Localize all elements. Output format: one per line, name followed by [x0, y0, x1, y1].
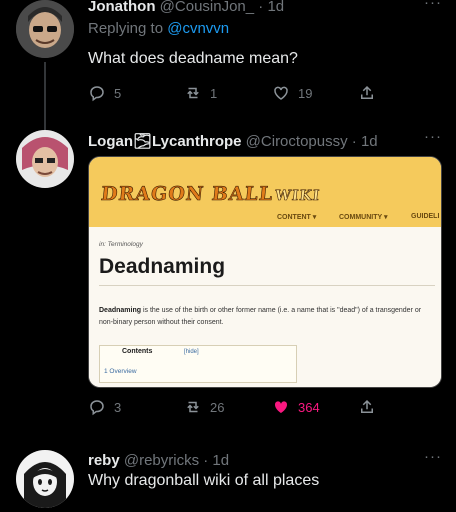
reply-count: 5 [114, 85, 122, 101]
wiki-divider [99, 285, 435, 286]
thread-line [44, 62, 46, 132]
avatar-image [16, 0, 74, 58]
retweet-icon [187, 401, 199, 413]
author-handle[interactable]: @Ciroctopussy [246, 133, 348, 150]
tweet-time[interactable]: · 1d [352, 133, 378, 150]
share-icon [361, 399, 373, 413]
wiki-body: in: Terminology Deadnaming Deadnaming is… [89, 227, 441, 387]
heart-icon [274, 86, 288, 100]
more-options-icon[interactable]: ··· [424, 0, 442, 11]
wiki-toc-title: Contents [122, 348, 153, 355]
tweet-actions: 3 26 364 [88, 398, 388, 418]
avatar-image [16, 130, 74, 188]
tweet-jonathon[interactable]: Jonathon @CousinJon_ · 1d ··· Replying t… [0, 0, 456, 132]
tweet-text: What does deadname mean? [88, 50, 298, 67]
share-icon [361, 85, 373, 99]
like-count: 19 [298, 85, 313, 101]
reply-button[interactable]: 3 [88, 398, 121, 416]
wiki-toc-item: 1 Overview [104, 368, 137, 375]
author-name[interactable]: reby [88, 452, 120, 469]
wiki-nav-content: CONTENT ▾ [277, 214, 317, 221]
retweet-icon [187, 87, 199, 99]
retweet-button[interactable]: 1 [184, 84, 217, 102]
like-button[interactable]: 364 [272, 398, 320, 416]
wiki-logo-tag: WIKI [274, 188, 321, 205]
avatar-reby[interactable] [16, 450, 74, 508]
author-name[interactable]: Logan🌫Lycanthrope [88, 133, 242, 150]
retweet-count: 1 [210, 85, 218, 101]
wiki-definition: Deadnaming is the use of the birth or ot… [99, 305, 437, 329]
wiki-logo: DRAGON BALLWIKI [99, 183, 322, 206]
wiki-header-bar: DRAGON BALLWIKI CONTENT ▾ COMMUNITY ▾ GU… [89, 157, 441, 227]
replying-to-label: Replying to [88, 20, 168, 37]
more-options-icon[interactable]: ··· [424, 448, 442, 465]
like-button[interactable]: 19 [272, 84, 312, 102]
embedded-wiki-image[interactable]: DRAGON BALLWIKI CONTENT ▾ COMMUNITY ▾ GU… [88, 156, 442, 388]
wiki-term: Deadnaming [99, 307, 142, 314]
reply-icon [90, 400, 104, 416]
wiki-logo-text: DRAGON BALL [99, 183, 275, 206]
author-handle[interactable]: @CousinJon_ [160, 0, 254, 15]
avatar-image [16, 450, 74, 508]
avatar-jonathon[interactable] [16, 0, 74, 58]
wiki-heading: Deadnaming [99, 255, 226, 278]
author-name[interactable]: Jonathon [88, 0, 156, 15]
replying-to: Replying to @cvnvvn [88, 20, 229, 37]
share-button[interactable] [358, 84, 384, 102]
wiki-toc: Contents [hide] 1 Overview [99, 345, 297, 383]
reply-count: 3 [114, 399, 122, 415]
reply-button[interactable]: 5 [88, 84, 121, 102]
reply-icon [90, 86, 104, 102]
author-handle[interactable]: @rebyricks [124, 452, 199, 469]
wiki-nav-guidelines: GUIDELI [411, 213, 440, 220]
like-count: 364 [298, 399, 320, 415]
wiki-nav-community: COMMUNITY ▾ [339, 214, 388, 221]
tweet-text: Why dragonball wiki of all places [88, 472, 320, 489]
reply-mention-link[interactable]: @cvnvvn [167, 20, 229, 37]
wiki-category: in: Terminology [99, 241, 143, 248]
tweet-time[interactable]: · 1d [203, 452, 229, 469]
avatar-logan[interactable] [16, 130, 74, 188]
share-button[interactable] [358, 398, 384, 416]
more-options-icon[interactable]: ··· [424, 128, 442, 145]
wiki-toc-hide: [hide] [184, 349, 199, 355]
tweet-reby[interactable]: reby @rebyricks · 1d ··· Why dragonball … [0, 442, 456, 512]
wiki-definition-text: is the use of the birth or other former … [99, 307, 422, 326]
retweet-count: 26 [210, 399, 225, 415]
retweet-button[interactable]: 26 [184, 398, 224, 416]
heart-filled-icon [274, 401, 288, 413]
tweet-time[interactable]: · 1d [258, 0, 284, 15]
tweet-actions: 5 1 19 [88, 84, 388, 104]
